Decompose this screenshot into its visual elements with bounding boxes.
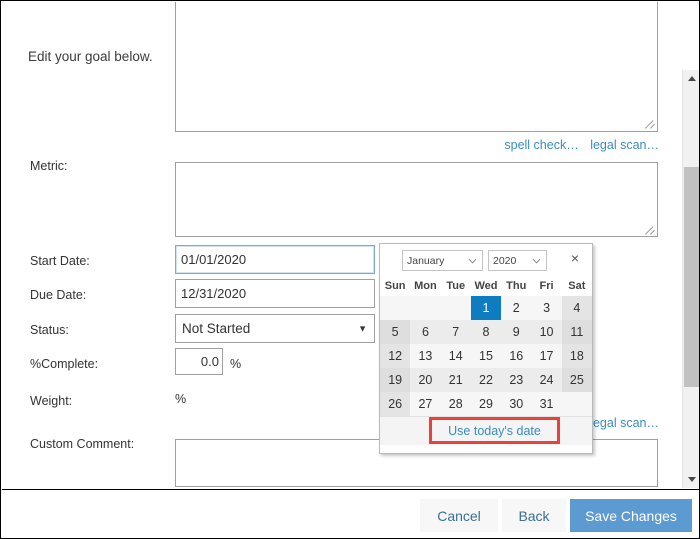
status-label: Status: <box>30 323 69 337</box>
form-scroll-region[interactable]: Add Goal Edit your goal below. spell che… <box>2 2 699 488</box>
weight-label: Weight: <box>30 394 73 408</box>
vertical-scrollbar[interactable] <box>682 70 699 488</box>
close-icon[interactable]: × <box>566 249 584 267</box>
metric-label: Metric: <box>30 159 68 173</box>
calendar-weekday-header: Sun Mon Tue Wed Thu Fri Sat <box>380 276 592 296</box>
goal-tools-link-row: spell check… legal scan… <box>2 138 659 152</box>
calendar-month-value: January <box>407 254 445 267</box>
calendar-day-1[interactable]: 1 <box>470 296 502 320</box>
calendar-day-23[interactable]: 23 <box>501 368 532 392</box>
start-date-input[interactable] <box>175 245 375 274</box>
due-date-input[interactable] <box>175 279 375 308</box>
calendar-day-18[interactable]: 18 <box>561 344 592 368</box>
scrollbar-thumb[interactable] <box>684 167 699 387</box>
calendar-day-31[interactable]: 31 <box>531 392 562 416</box>
use-todays-date-link[interactable]: Use today's date <box>448 424 541 438</box>
spell-check-link[interactable]: spell check… <box>504 138 578 152</box>
date-picker-popup[interactable]: January 2020 × Sun Mon Tue Wed Thu Fri S… <box>379 243 593 454</box>
weekday-mon: Mon <box>410 276 441 296</box>
today-link-highlight: Use today's date <box>429 417 560 444</box>
add-goal-dialog: Add Goal Edit your goal below. spell che… <box>0 0 700 539</box>
weight-suffix: % <box>175 392 187 406</box>
calendar-day-19[interactable]: 19 <box>380 368 411 392</box>
calendar-day-22[interactable]: 22 <box>470 368 502 392</box>
calendar-day-28[interactable]: 28 <box>440 392 471 416</box>
percent-complete-suffix: % <box>230 357 242 371</box>
calendar-day-15[interactable]: 15 <box>470 344 502 368</box>
calendar-day-10[interactable]: 10 <box>531 320 562 344</box>
save-changes-button[interactable]: Save Changes <box>570 499 692 532</box>
calendar-day-16[interactable]: 16 <box>501 344 532 368</box>
triangle-down-icon <box>687 477 696 482</box>
calendar-day-13[interactable]: 13 <box>410 344 441 368</box>
calendar-day-17[interactable]: 17 <box>531 344 562 368</box>
chevron-down-icon: ▼ <box>358 323 367 333</box>
calendar-day-7[interactable]: 7 <box>440 320 471 344</box>
calendar-day-5[interactable]: 5 <box>380 320 411 344</box>
calendar-grid[interactable]: Sun Mon Tue Wed Thu Fri Sat 1 2 3 4 5 6 7 8 9 10 1… <box>380 276 592 416</box>
calendar-year-select[interactable]: 2020 <box>488 250 547 271</box>
calendar-week-row: 12 13 14 15 16 17 18 <box>380 344 592 368</box>
legal-scan-link[interactable]: legal scan… <box>590 138 659 152</box>
calendar-day-24[interactable]: 24 <box>531 368 562 392</box>
calendar-year-value: 2020 <box>493 254 517 267</box>
calendar-day-3[interactable]: 3 <box>531 296 562 320</box>
weekday-thu: Thu <box>501 276 532 296</box>
calendar-day-empty <box>440 296 471 320</box>
calendar-month-select[interactable]: January <box>402 250 483 271</box>
calendar-week-row: 5 6 7 8 9 10 11 <box>380 320 592 344</box>
chevron-down-icon <box>532 256 541 265</box>
triangle-up-icon <box>687 76 696 81</box>
chevron-down-icon <box>468 256 477 265</box>
custom-comment-label: Custom Comment: <box>30 437 135 451</box>
goal-description-textarea[interactable] <box>175 2 658 132</box>
calendar-day-4[interactable]: 4 <box>561 296 592 320</box>
percent-complete-label: %Complete: <box>30 357 99 371</box>
status-select-value: Not Started <box>182 321 251 336</box>
calendar-day-12[interactable]: 12 <box>380 344 411 368</box>
calendar-week-row: 19 20 21 22 23 24 25 <box>380 368 592 392</box>
calendar-day-empty <box>410 296 441 320</box>
calendar-week-row: 26 27 28 29 30 31 <box>380 392 592 416</box>
calendar-day-2[interactable]: 2 <box>501 296 532 320</box>
instruction-text: Edit your goal below. <box>28 49 153 64</box>
calendar-day-empty <box>561 392 592 416</box>
calendar-day-26[interactable]: 26 <box>380 392 411 416</box>
calendar-day-25[interactable]: 25 <box>561 368 592 392</box>
weekday-sat: Sat <box>561 276 592 296</box>
calendar-day-6[interactable]: 6 <box>410 320 441 344</box>
calendar-day-11[interactable]: 11 <box>561 320 592 344</box>
calendar-day-27[interactable]: 27 <box>410 392 441 416</box>
calendar-day-9[interactable]: 9 <box>501 320 532 344</box>
calendar-day-14[interactable]: 14 <box>440 344 471 368</box>
percent-complete-input[interactable] <box>175 348 223 375</box>
scroll-down-icon[interactable] <box>683 471 699 488</box>
status-select[interactable]: Not Started ▼ <box>175 314 375 343</box>
scroll-up-icon[interactable] <box>683 70 699 87</box>
weekday-tue: Tue <box>440 276 471 296</box>
back-button[interactable]: Back <box>502 499 566 532</box>
calendar-day-20[interactable]: 20 <box>410 368 441 392</box>
due-date-label: Due Date: <box>30 288 87 302</box>
calendar-day-21[interactable]: 21 <box>440 368 471 392</box>
weekday-fri: Fri <box>531 276 562 296</box>
metric-textarea[interactable] <box>175 162 658 237</box>
weekday-wed: Wed <box>470 276 502 296</box>
calendar-week-row: 1234 <box>380 296 592 320</box>
calendar-header: January 2020 × <box>380 244 592 276</box>
legal-scan-link-2[interactable]: legal scan… <box>590 416 659 430</box>
cancel-button[interactable]: Cancel <box>420 499 498 532</box>
weekday-sun: Sun <box>380 276 411 296</box>
start-date-label: Start Date: <box>30 254 90 268</box>
calendar-day-29[interactable]: 29 <box>470 392 502 416</box>
dialog-footer: Cancel Back Save Changes <box>2 489 699 538</box>
calendar-day-empty <box>380 296 411 320</box>
calendar-day-8[interactable]: 8 <box>470 320 502 344</box>
calendar-day-30[interactable]: 30 <box>501 392 532 416</box>
calendar-footer: Use today's date <box>380 416 592 445</box>
